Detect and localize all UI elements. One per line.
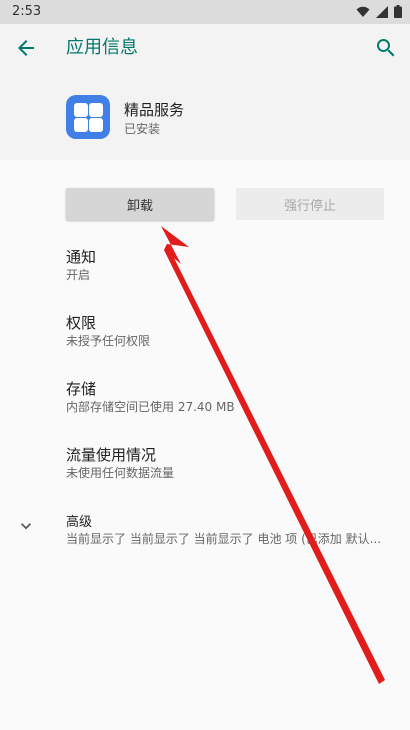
status-bar: 2:53: [0, 0, 410, 24]
app-install-status: 已安装: [124, 122, 161, 136]
app-bar: 应用信息: [0, 24, 410, 72]
setting-subtitle: 未授予任何权限: [66, 334, 151, 348]
app-icon: [66, 95, 110, 139]
status-icons: [356, 5, 402, 18]
search-icon: [377, 39, 395, 57]
setting-subtitle: 开启: [66, 268, 91, 282]
wifi-icon: [356, 6, 370, 17]
setting-subtitle: 未使用任何数据流量: [66, 466, 175, 480]
setting-title: 存储: [66, 380, 97, 398]
app-header: 精品服务 已安装: [0, 72, 410, 160]
setting-item-notifications[interactable]: 通知 开启: [0, 236, 410, 296]
page-title: 应用信息: [66, 37, 138, 58]
status-time: 2:53: [12, 4, 42, 19]
cellular-icon: [376, 5, 388, 18]
back-button[interactable]: [14, 36, 38, 60]
search-button[interactable]: [374, 36, 398, 60]
setting-item-advanced[interactable]: 高级 当前显示了 当前显示了 当前显示了 电池 项 (已添加 默认...: [0, 506, 410, 556]
arrow-back-icon: [18, 40, 34, 56]
app-name: 精品服务: [124, 101, 185, 119]
setting-title: 通知: [66, 248, 97, 266]
uninstall-button[interactable]: 卸载: [66, 188, 214, 220]
setting-title: 高级: [66, 515, 93, 530]
battery-icon: [394, 5, 402, 18]
setting-item-storage[interactable]: 存储 内部存储空间已使用 27.40 MB: [0, 368, 410, 428]
setting-title: 权限: [66, 314, 97, 332]
setting-item-permissions[interactable]: 权限 未授予任何权限: [0, 302, 410, 362]
setting-item-data-usage[interactable]: 流量使用情况 未使用任何数据流量: [0, 434, 410, 494]
chevron-down-icon: [21, 523, 31, 530]
setting-title: 流量使用情况: [66, 446, 157, 464]
force-stop-button[interactable]: 强行停止: [236, 188, 384, 220]
setting-subtitle: 当前显示了 当前显示了 当前显示了 电池 项 (已添加 默认...: [66, 532, 382, 546]
setting-subtitle: 内部存储空间已使用 27.40 MB: [66, 400, 235, 414]
